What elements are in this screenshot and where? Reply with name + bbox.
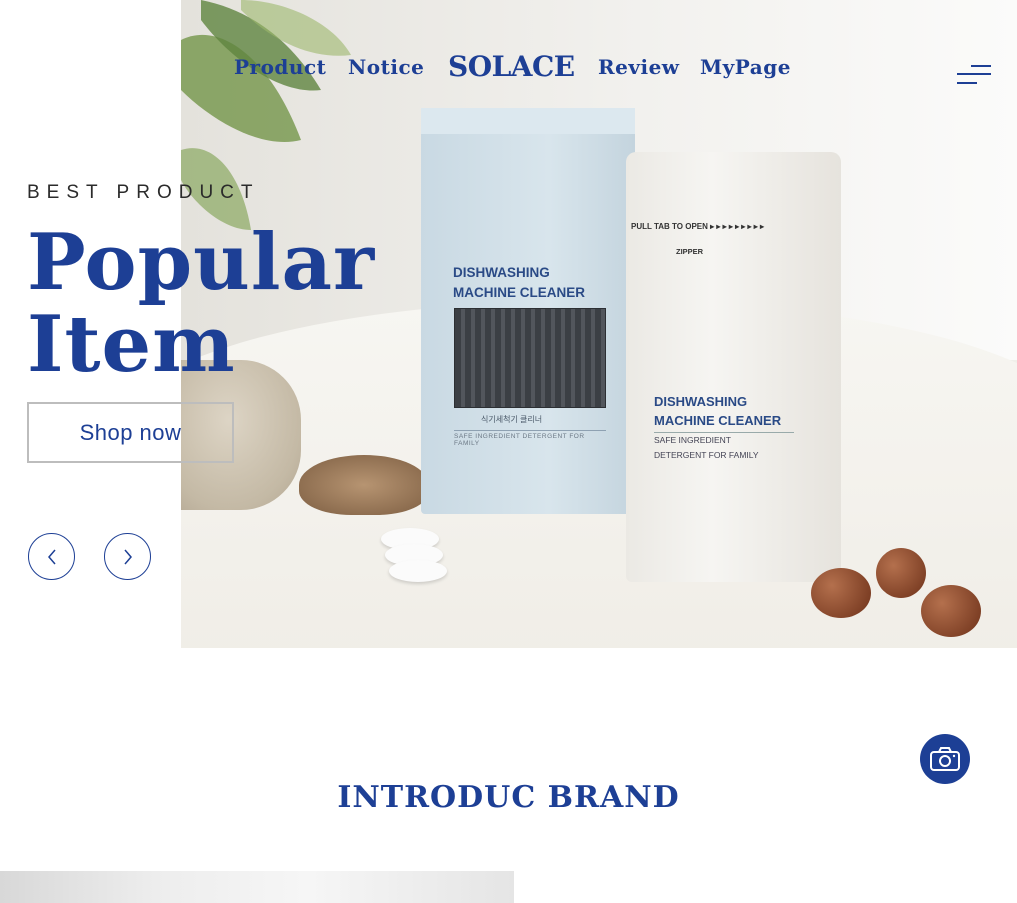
camera-button[interactable] (920, 734, 970, 784)
slider-prev-button[interactable] (28, 533, 75, 580)
soapnut-decoration (876, 548, 926, 598)
chevron-left-icon (47, 549, 56, 564)
slider-next-button[interactable] (104, 533, 151, 580)
soapnut-decoration (811, 568, 871, 618)
pouch-title: DISHWASHING MACHINE CLEANER (654, 394, 782, 428)
dried-fungus-decoration (299, 455, 429, 515)
nav-product[interactable]: Product (234, 55, 326, 79)
hamburger-menu-icon[interactable] (957, 62, 991, 86)
nav-mypage[interactable]: MyPage (700, 55, 791, 79)
product-box-subtitle: SAFE INGREDIENT DETERGENT FOR FAMILY (454, 430, 606, 447)
hero-eyebrow: BEST PRODUCT (27, 182, 260, 203)
hero-headline-line1: Popular (27, 217, 376, 308)
brand-intro-image (0, 871, 514, 903)
dishwasher-photo (454, 308, 606, 408)
cleaning-tablets (377, 520, 447, 590)
product-pouch: PULL TAB TO OPEN ▸ ▸ ▸ ▸ ▸ ▸ ▸ ▸ ▸ ZIPPE… (626, 152, 841, 582)
nav-review[interactable]: Review (598, 55, 680, 79)
hero-headline-line2: Item (27, 299, 236, 390)
shop-now-button[interactable]: Shop now (27, 402, 234, 463)
camera-icon (930, 747, 960, 771)
pouch-subtitle: SAFE INGREDIENT DETERGENT FOR FAMILY (654, 432, 794, 463)
chevron-right-icon (123, 549, 132, 564)
site-logo[interactable]: SOLACE (448, 50, 575, 83)
product-box: DISHWASHING MACHINE CLEANER 식기세척기 클리너 SA… (421, 108, 635, 514)
hero-headline: Popular Item (27, 222, 375, 386)
pouch-pull-tab-label: PULL TAB TO OPEN ▸ ▸ ▸ ▸ ▸ ▸ ▸ ▸ ▸ (631, 222, 765, 231)
pouch-zipper-label: ZIPPER (676, 247, 704, 256)
nav-notice[interactable]: Notice (348, 55, 424, 79)
product-box-korean-label: 식기세척기 클리너 (481, 415, 543, 424)
product-box-title: DISHWASHING MACHINE CLEANER (453, 265, 586, 300)
soapnut-decoration (921, 585, 981, 637)
brand-section-title: INTRODUC BRAND (337, 780, 680, 815)
